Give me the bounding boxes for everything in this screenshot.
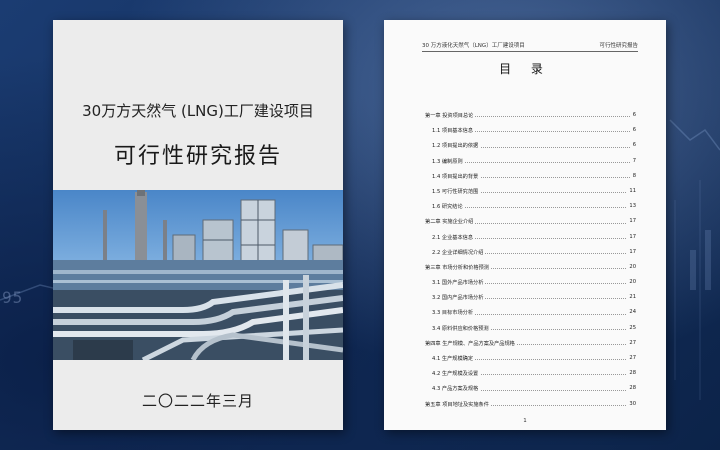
toc-entry[interactable]: 4.2 生产规模及设置 28 bbox=[425, 370, 636, 385]
cover-page: 30万方天然气 (LNG)工厂建设项目 可行性研究报告 二〇二二年三月 bbox=[53, 20, 343, 430]
toc-entry[interactable]: 第二章 实施企业介绍 17 bbox=[425, 218, 636, 233]
toc-entry[interactable]: 第三章 市场分析和价格预测 20 bbox=[425, 263, 636, 279]
toc-entry[interactable]: 3.3 目标市场分析 24 bbox=[425, 309, 636, 324]
toc-header-right: 可行性研究报告 bbox=[599, 43, 638, 49]
toc-entry[interactable]: 2.2 企业详细情况介绍 17 bbox=[425, 248, 636, 264]
refinery-photo bbox=[53, 190, 343, 360]
toc-entry[interactable]: 1.6 研究结论 13 bbox=[425, 203, 636, 218]
toc-entry[interactable]: 第五章 项目地址及实施条件 30 bbox=[425, 400, 636, 416]
cover-title: 30万方天然气 (LNG)工厂建设项目 bbox=[82, 102, 314, 120]
toc-page-number: 1 bbox=[523, 418, 527, 424]
toc-list: 第一章 投资项目总论 6 1.1 项目基本信息 6 1.2 项目提出的依据 6 1.3… bbox=[425, 112, 636, 416]
toc-entry[interactable]: 4.3 产品方案及规格 28 bbox=[425, 385, 636, 400]
cover-subtitle: 可行性研究报告 bbox=[113, 144, 282, 169]
toc-entry[interactable]: 1.5 可行性研究范围 11 bbox=[425, 187, 636, 203]
toc-entry[interactable]: 1.1 项目基本信息 6 bbox=[425, 127, 636, 142]
toc-entry[interactable]: 3.4 原料供应和价格预测 25 bbox=[425, 324, 636, 340]
toc-title: 目 录 bbox=[499, 62, 551, 76]
toc-entry[interactable]: 1.2 项目提出的依据 6 bbox=[425, 142, 636, 157]
toc-page: 30 万方液化天然气（LNG）工厂建设项目 可行性研究报告 目 录 第一章 投资… bbox=[384, 20, 666, 430]
toc-entry[interactable]: 第一章 投资项目总论 6 bbox=[425, 112, 636, 127]
toc-running-header: 30 万方液化天然气（LNG）工厂建设项目 可行性研究报告 bbox=[422, 41, 638, 52]
toc-entry[interactable]: 3.1 国外产品市场分析 20 bbox=[425, 279, 636, 294]
cover-date: 二〇二二年三月 bbox=[141, 392, 254, 410]
background-number: 95 bbox=[2, 288, 24, 307]
toc-entry[interactable]: 3.2 国内产品市场分析 21 bbox=[425, 294, 636, 309]
toc-entry[interactable]: 4.1 生产规模确定 27 bbox=[425, 355, 636, 370]
toc-entry[interactable]: 1.3 编制原则 7 bbox=[425, 157, 636, 173]
toc-entry[interactable]: 2.1 企业基本信息 17 bbox=[425, 233, 636, 249]
toc-header-left: 30 万方液化天然气（LNG）工厂建设项目 bbox=[422, 43, 525, 49]
toc-entry[interactable]: 1.4 项目提出的背景 8 bbox=[425, 172, 636, 188]
toc-entry[interactable]: 第四章 生产规模、产品方案及产品规格 27 bbox=[425, 339, 636, 355]
